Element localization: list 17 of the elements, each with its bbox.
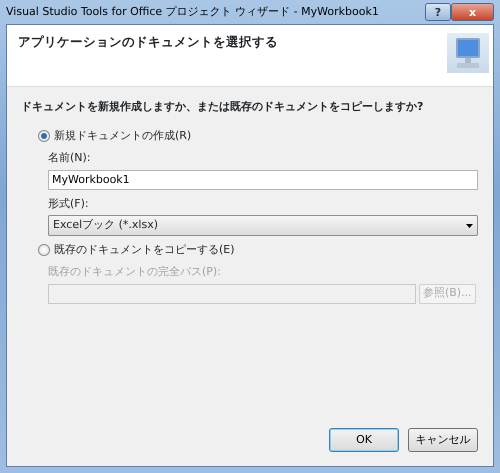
radio-label[interactable]: 新規ドキュメントの作成(R) (54, 128, 192, 144)
cancel-button[interactable]: キャンセル (408, 428, 478, 452)
field-label: 名前(N): (48, 150, 92, 166)
ok-button[interactable]: OK (329, 428, 399, 452)
radio-button[interactable] (38, 244, 50, 256)
computer-icon (447, 33, 489, 73)
page-title: アプリケーションのドキュメントを選択する (18, 33, 278, 51)
name-field[interactable]: MyWorkbook1 (48, 170, 478, 190)
caret-icon (466, 224, 473, 228)
field-label: 形式(F): (48, 196, 90, 212)
field-label: 既存のドキュメントの完全パス(P): (48, 264, 222, 280)
question-text: ドキュメントを新規作成しますか、または既存のドキュメントをコピーしますか? (21, 99, 424, 115)
help-button[interactable]: ? (425, 3, 451, 21)
radio-label[interactable]: 既存のドキュメントをコピーする(E) (54, 242, 235, 258)
window-title: Visual Studio Tools for Office プロジェクト ウィザード - MyWorkbook1 (6, 4, 379, 20)
format-dropdown[interactable]: Excelブック (*.xlsx) (48, 215, 478, 236)
radio-button[interactable] (38, 130, 50, 142)
